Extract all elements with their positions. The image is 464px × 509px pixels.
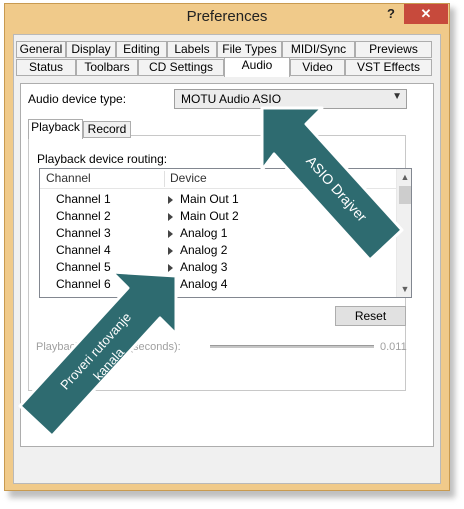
table-row[interactable]: Channel 3 Analog 1 <box>40 225 396 242</box>
tab-display[interactable]: Display <box>66 41 116 58</box>
scrollbar-thumb[interactable] <box>399 186 411 204</box>
column-header-channel[interactable]: Channel <box>40 169 91 188</box>
table-row[interactable]: Channel 1 Main Out 1 <box>40 191 396 208</box>
play-triangle-icon <box>168 247 173 255</box>
play-triangle-icon <box>168 230 173 238</box>
play-triangle-icon <box>168 281 173 289</box>
tab-toolbars[interactable]: Toolbars <box>76 59 138 76</box>
table-row[interactable]: Channel 4 Analog 2 <box>40 242 396 259</box>
play-triangle-icon <box>168 264 173 272</box>
tab-labels[interactable]: Labels <box>167 41 217 58</box>
table-row[interactable]: Channel 5 Analog 3 <box>40 259 396 276</box>
device-cell: Analog 4 <box>180 277 228 291</box>
channel-cell: Channel 1 <box>56 192 111 206</box>
table-row[interactable]: Channel 2 Main Out 2 <box>40 208 396 225</box>
playback-buffering-slider[interactable] <box>210 345 374 348</box>
preferences-window: Preferences ? ✕ General Display Editing … <box>4 3 450 491</box>
channel-cell: Channel 3 <box>56 226 111 240</box>
table-row[interactable]: Channel 6 Analog 4 <box>40 276 396 293</box>
playback-buffering-label: Playback buffering (seconds): <box>36 341 181 353</box>
device-cell: Analog 3 <box>180 260 228 274</box>
chevron-down-icon: ▼ <box>392 91 402 102</box>
tab-video[interactable]: Video <box>290 59 345 76</box>
playback-buffering-value: 0.011 <box>380 341 407 353</box>
routing-list-header: Channel Device <box>40 169 396 189</box>
audio-device-type-value: MOTU Audio ASIO <box>181 92 282 106</box>
scroll-up-icon[interactable]: ▲ <box>397 169 411 185</box>
tab-midi-sync[interactable]: MIDI/Sync <box>282 41 355 58</box>
routing-label: Playback device routing: <box>37 152 168 166</box>
title-bar: Preferences ? ✕ <box>5 4 449 30</box>
tab-file-types[interactable]: File Types <box>217 41 282 58</box>
play-triangle-icon <box>168 196 173 204</box>
tab-audio[interactable]: Audio <box>224 57 290 77</box>
help-button[interactable]: ? <box>377 4 405 26</box>
audio-device-type-select[interactable]: MOTU Audio ASIO ▼ <box>174 89 407 109</box>
tab-editing[interactable]: Editing <box>116 41 167 58</box>
channel-cell: Channel 5 <box>56 260 111 274</box>
device-cell: Main Out 2 <box>180 209 239 223</box>
scroll-down-icon[interactable]: ▼ <box>397 281 411 297</box>
channel-cell: Channel 4 <box>56 243 111 257</box>
dialog-client-area: General Display Editing Labels File Type… <box>13 34 441 484</box>
close-button[interactable]: ✕ <box>404 4 448 24</box>
reset-button[interactable]: Reset <box>335 306 406 326</box>
subtab-playback[interactable]: Playback <box>28 119 83 139</box>
tab-cd-settings[interactable]: CD Settings <box>138 59 224 76</box>
tab-status[interactable]: Status <box>16 59 76 76</box>
routing-list[interactable]: Channel Device Channel 1 Main Out 1 Chan… <box>39 168 412 298</box>
column-header-device[interactable]: Device <box>164 169 207 188</box>
channel-cell: Channel 2 <box>56 209 111 223</box>
channel-cell: Channel 6 <box>56 277 111 291</box>
device-cell: Analog 1 <box>180 226 228 240</box>
tab-vst-effects[interactable]: VST Effects <box>345 59 432 76</box>
tab-previews[interactable]: Previews <box>355 41 432 58</box>
tab-general[interactable]: General <box>16 41 66 58</box>
subtab-record[interactable]: Record <box>83 121 131 138</box>
play-triangle-icon <box>168 213 173 221</box>
device-cell: Analog 2 <box>180 243 228 257</box>
audio-device-type-label: Audio device type: <box>28 92 127 106</box>
device-cell: Main Out 1 <box>180 192 239 206</box>
vertical-scrollbar[interactable]: ▲ ▼ <box>396 169 411 297</box>
